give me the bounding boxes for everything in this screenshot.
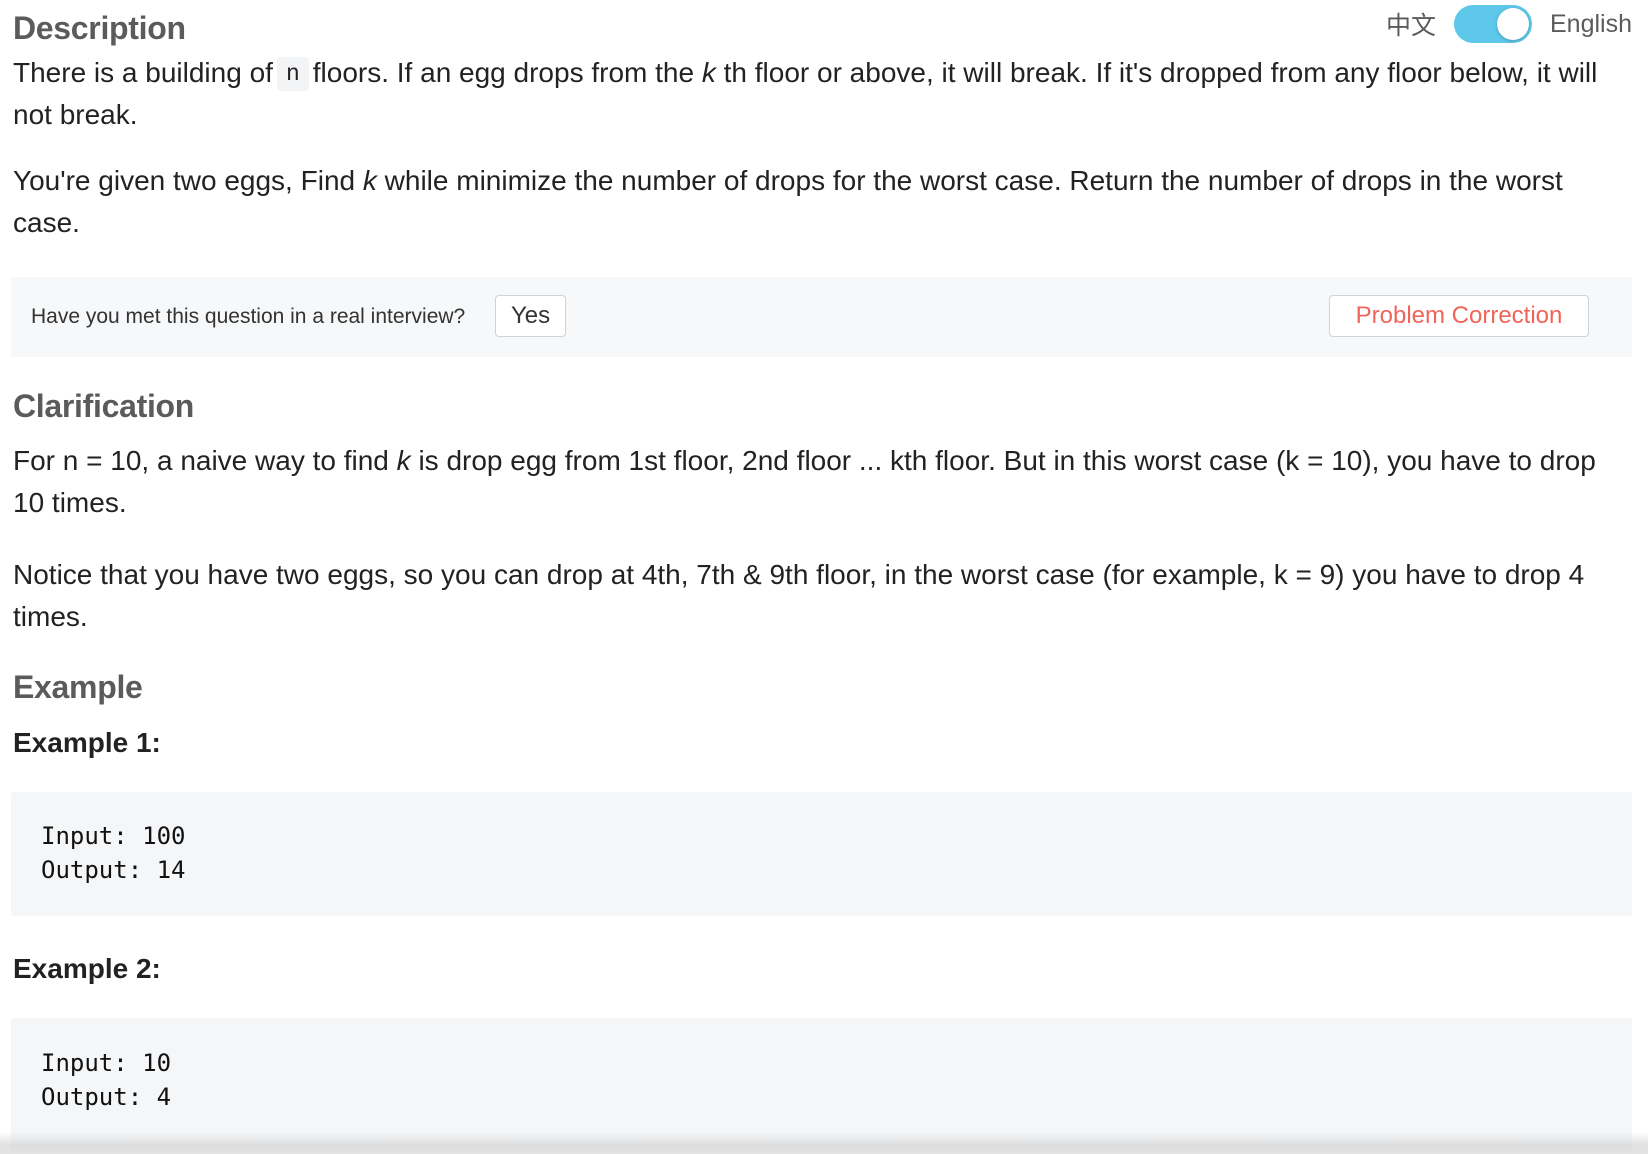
- problem-correction-button[interactable]: Problem Correction: [1329, 295, 1589, 337]
- variable-k: k: [396, 445, 411, 476]
- example-1-title: Example 1:: [13, 727, 161, 758]
- example-2-title: Example 2:: [13, 953, 161, 984]
- problem-page: 中文 English Description There is a buildi…: [0, 0, 1648, 1154]
- clarification-paragraph-2: Notice that you have two eggs, so you ca…: [13, 559, 1585, 632]
- example-title: Example: [13, 669, 143, 705]
- switch-knob: [1497, 8, 1529, 40]
- example-1-input: Input: 100: [41, 822, 186, 850]
- language-switch[interactable]: [1454, 5, 1532, 43]
- example-1-output: Output: 14: [41, 856, 186, 884]
- clarification-title: Clarification: [13, 388, 195, 424]
- variable-k: k: [701, 57, 716, 88]
- clar-text-1: For n = 10, a naive way to find: [13, 445, 389, 476]
- description-paragraph-1: There is a building of n floors. If an egg…: [13, 52, 1613, 136]
- desc-text-2: floors. If an egg drops from the: [312, 57, 695, 88]
- description-paragraph-2: You're given two eggs, Find k while mini…: [13, 160, 1613, 244]
- bottom-scroll-shadow: [0, 1132, 1648, 1154]
- interview-question: Have you met this question in a real int…: [31, 305, 466, 328]
- desc-text-1: There is a building of: [13, 57, 273, 88]
- english-label[interactable]: English: [1550, 10, 1632, 39]
- variable-k: k: [362, 165, 377, 196]
- description-title: Description: [13, 10, 186, 46]
- example-1-code-block: Input: 100 Output: 14: [11, 792, 1632, 916]
- inline-code-n: n: [276, 57, 309, 91]
- yes-button[interactable]: Yes: [495, 295, 567, 337]
- interview-bar: Have you met this question in a real int…: [11, 277, 1632, 357]
- clarification-paragraph-1: For n = 10, a naive way to find k is dro…: [13, 440, 1613, 524]
- language-toggle: 中文 English: [1386, 4, 1632, 44]
- chinese-label[interactable]: 中文: [1386, 6, 1436, 42]
- desc-text-4: You're given two eggs, Find: [13, 165, 356, 196]
- example-2-output: Output: 4: [41, 1083, 172, 1111]
- example-2-input: Input: 10: [41, 1049, 172, 1077]
